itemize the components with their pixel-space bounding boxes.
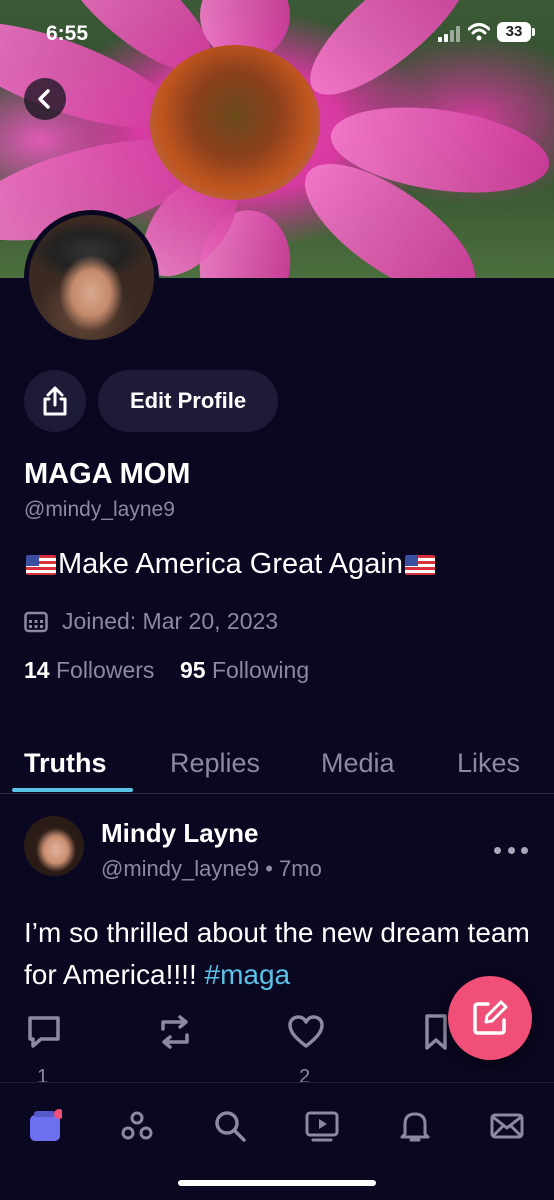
tab-truths[interactable]: Truths bbox=[24, 748, 107, 779]
comment-icon[interactable] bbox=[24, 1012, 64, 1052]
search-icon[interactable] bbox=[213, 1109, 247, 1143]
bio-text: Make America Great Again bbox=[58, 548, 403, 580]
status-time: 6:55 bbox=[46, 22, 89, 45]
post-separator: • bbox=[265, 856, 273, 881]
groups-icon[interactable] bbox=[120, 1109, 154, 1143]
more-options-button[interactable] bbox=[494, 840, 528, 860]
back-button[interactable] bbox=[24, 78, 66, 120]
joined-text: Joined: Mar 20, 2023 bbox=[62, 608, 279, 634]
home-indicator bbox=[178, 1180, 376, 1186]
tab-media[interactable]: Media bbox=[321, 748, 395, 779]
wifi-icon bbox=[468, 23, 490, 41]
edit-profile-button[interactable]: Edit Profile bbox=[98, 370, 278, 432]
video-icon[interactable] bbox=[305, 1109, 339, 1143]
compose-icon bbox=[473, 1000, 508, 1035]
following-count: 95 bbox=[179, 657, 206, 683]
post-body: I’m so thrilled about the new dream team… bbox=[24, 912, 534, 996]
mail-icon[interactable] bbox=[490, 1109, 524, 1143]
heart-icon[interactable] bbox=[286, 1012, 326, 1052]
post-time: 7mo bbox=[279, 856, 322, 881]
display-name: MAGA MOM bbox=[24, 458, 191, 490]
profile-handle: @mindy_layne9 bbox=[24, 498, 175, 521]
battery-icon: 33 bbox=[497, 22, 535, 42]
us-flag-icon bbox=[404, 554, 435, 575]
tab-replies[interactable]: Replies bbox=[170, 748, 260, 779]
post-author-handle: @mindy_layne9 bbox=[101, 856, 260, 881]
share-button[interactable] bbox=[24, 370, 86, 432]
status-bar: 6:55 33 bbox=[0, 0, 554, 64]
post-author-avatar[interactable] bbox=[24, 816, 84, 876]
profile-avatar[interactable] bbox=[24, 210, 159, 345]
joined-date: Joined: Mar 20, 2023 bbox=[24, 608, 278, 635]
hashtag-link[interactable]: #maga bbox=[205, 959, 291, 990]
calendar-icon bbox=[24, 611, 48, 632]
repost-icon[interactable] bbox=[155, 1012, 195, 1052]
tab-likes[interactable]: Likes bbox=[457, 748, 520, 779]
followers-link[interactable]: 14 Followers bbox=[24, 657, 154, 683]
signal-icon bbox=[438, 26, 462, 42]
us-flag-icon bbox=[26, 554, 56, 575]
post-author-name[interactable]: Mindy Layne bbox=[101, 818, 258, 849]
home-icon[interactable] bbox=[28, 1109, 62, 1143]
following-link[interactable]: 95 Following bbox=[180, 657, 309, 683]
chevron-left-icon bbox=[38, 89, 50, 109]
share-icon bbox=[43, 386, 67, 416]
following-label: Following bbox=[211, 657, 310, 683]
followers-label: Followers bbox=[55, 657, 155, 683]
post-meta: @mindy_layne9 • 7mo bbox=[101, 856, 322, 882]
profile-bio: Make America Great Again bbox=[24, 548, 437, 581]
profile-tabs: Truths Replies Media Likes bbox=[0, 740, 554, 794]
follow-stats: 14 Followers 95 Following bbox=[24, 657, 309, 684]
compose-button[interactable] bbox=[448, 976, 532, 1060]
followers-count: 14 bbox=[24, 657, 50, 683]
bell-icon[interactable] bbox=[398, 1109, 432, 1143]
active-tab-indicator bbox=[12, 788, 133, 792]
